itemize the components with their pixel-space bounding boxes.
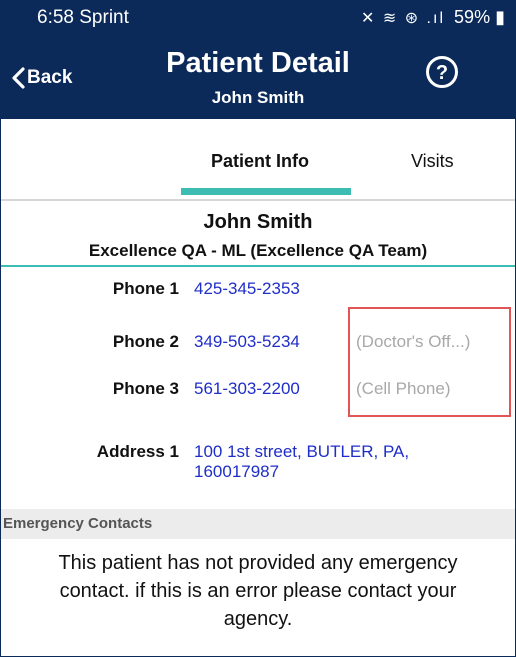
phone-3-link[interactable]: 561-303-2200 (194, 379, 300, 399)
address-link[interactable]: 100 1st street, BUTLER, PA, 160017987 (194, 442, 494, 482)
section-divider (1, 265, 515, 267)
app-frame: 6:58 Sprint ✕ ≋ ⊛ .ıl 59% ▮ Back Patient… (0, 0, 516, 657)
status-time: 6:58 Sprint (37, 7, 129, 28)
help-circle-icon[interactable]: ? (425, 55, 459, 89)
active-tab-indicator (181, 188, 351, 195)
phone-2-label: Phone 2 (112, 332, 179, 351)
tab-bar: Patient Info Visits (1, 119, 515, 201)
address-label: Address 1 (96, 442, 179, 461)
phone-1-label: Phone 1 (112, 279, 179, 298)
battery-indicator: 59% ▮ (454, 7, 505, 28)
tab-patient-info[interactable]: Patient Info (211, 151, 309, 172)
phone-3-label: Phone 3 (112, 379, 179, 398)
phone-2-link[interactable]: 349-503-5234 (194, 332, 300, 352)
emergency-contacts-message: This patient has not provided any emerge… (58, 552, 458, 630)
app-header: Back Patient Detail John Smith ? (1, 37, 515, 119)
tab-visits[interactable]: Visits (411, 151, 454, 172)
patient-agency: Excellence QA - ML (Excellence QA Team) (88, 241, 428, 260)
emergency-contacts-header: Emergency Contacts (1, 509, 515, 539)
patient-name: John Smith (203, 211, 313, 233)
battery-percent: 59% (454, 7, 491, 27)
annotation-highlight-box (348, 307, 511, 417)
svg-text:?: ? (436, 62, 448, 84)
status-bar: 6:58 Sprint ✕ ≋ ⊛ .ıl 59% ▮ (1, 1, 515, 37)
tab-bar-divider (1, 199, 515, 201)
page-subtitle: John Smith (211, 88, 305, 107)
phone-1-link[interactable]: 425-345-2353 (194, 279, 300, 299)
signal-icons: ✕ ≋ ⊛ .ıl (361, 10, 445, 27)
battery-icon: ▮ (495, 7, 505, 27)
